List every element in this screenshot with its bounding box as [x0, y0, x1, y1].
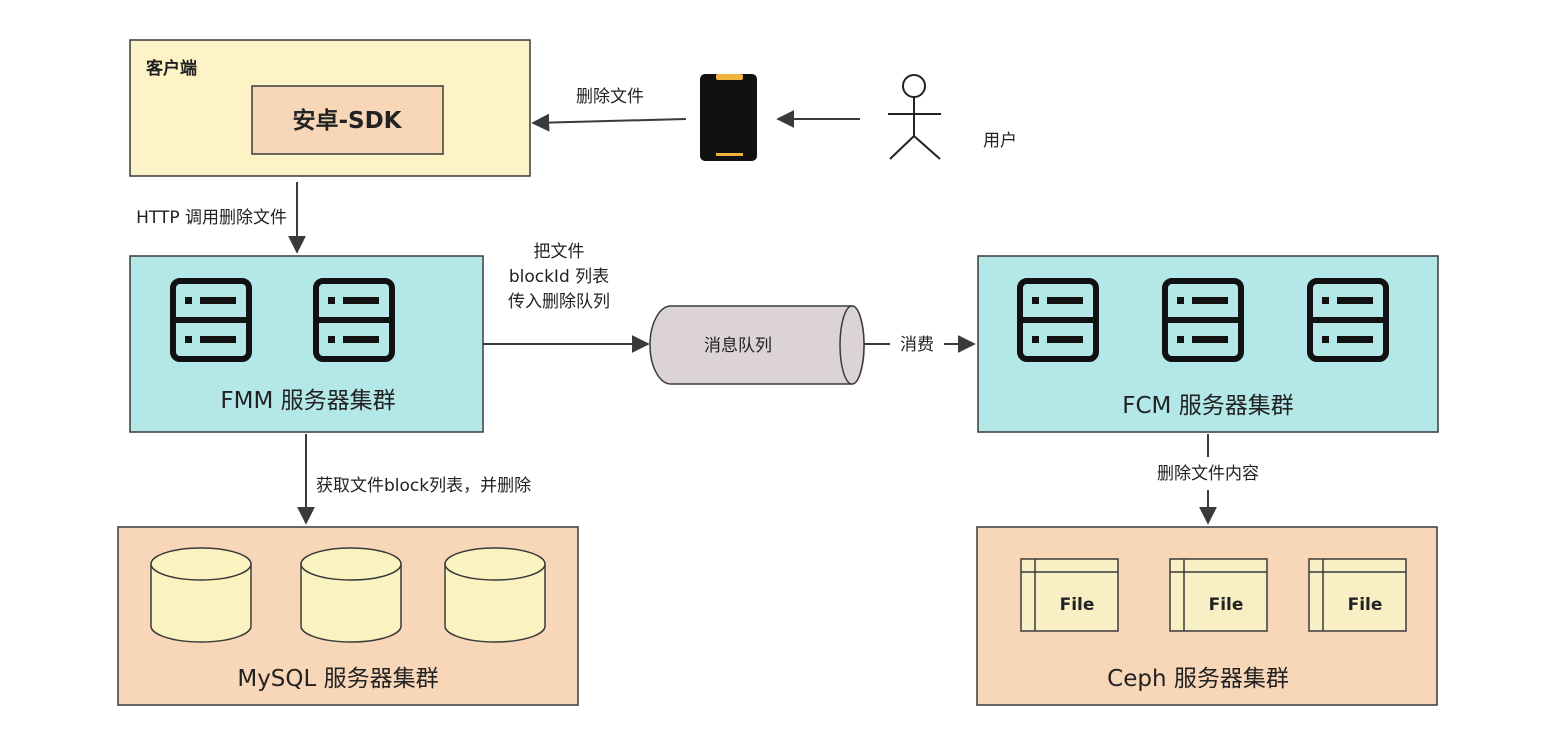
- architecture-diagram: 客户端 安卓-SDK 用户 删除文件 HTTP 调用删除文件 FMM 服务器集群…: [117, 39, 1439, 706]
- fcm-to-ceph-label: 删除文件内容: [1157, 464, 1259, 484]
- message-queue-label: 消息队列: [704, 336, 772, 356]
- sdk-label: 安卓-SDK: [292, 107, 402, 134]
- database-icon: [150, 547, 252, 643]
- queue-to-fcm-label: 消费: [900, 335, 934, 355]
- fmm-to-queue-label-line3: 传入删除队列: [508, 292, 610, 312]
- client-title: 客户端: [145, 58, 197, 79]
- phone-icon: [700, 74, 757, 161]
- database-icon: [444, 547, 546, 643]
- file-label: File: [1060, 595, 1095, 615]
- fmm-cluster-label: FMM 服务器集群: [220, 388, 395, 414]
- fmm-to-queue-label-line1: 把文件: [534, 242, 585, 262]
- mysql-cluster-label: MySQL 服务器集群: [237, 666, 438, 692]
- database-icon: [300, 547, 402, 643]
- client-to-fmm-label: HTTP 调用删除文件: [136, 208, 287, 228]
- phone-to-client-label: 删除文件: [576, 87, 644, 107]
- file-label: File: [1348, 595, 1383, 615]
- phone-to-client-arrow: [531, 113, 687, 132]
- ceph-cluster-label: Ceph 服务器集群: [1107, 666, 1289, 692]
- fmm-to-queue-label-line2: blockId 列表: [509, 267, 609, 287]
- user-icon: [888, 74, 941, 160]
- fmm-to-mysql-label: 获取文件block列表，并删除: [316, 476, 531, 496]
- file-label: File: [1209, 595, 1244, 615]
- user-label: 用户: [983, 131, 1017, 151]
- fcm-cluster-label: FCM 服务器集群: [1122, 393, 1293, 419]
